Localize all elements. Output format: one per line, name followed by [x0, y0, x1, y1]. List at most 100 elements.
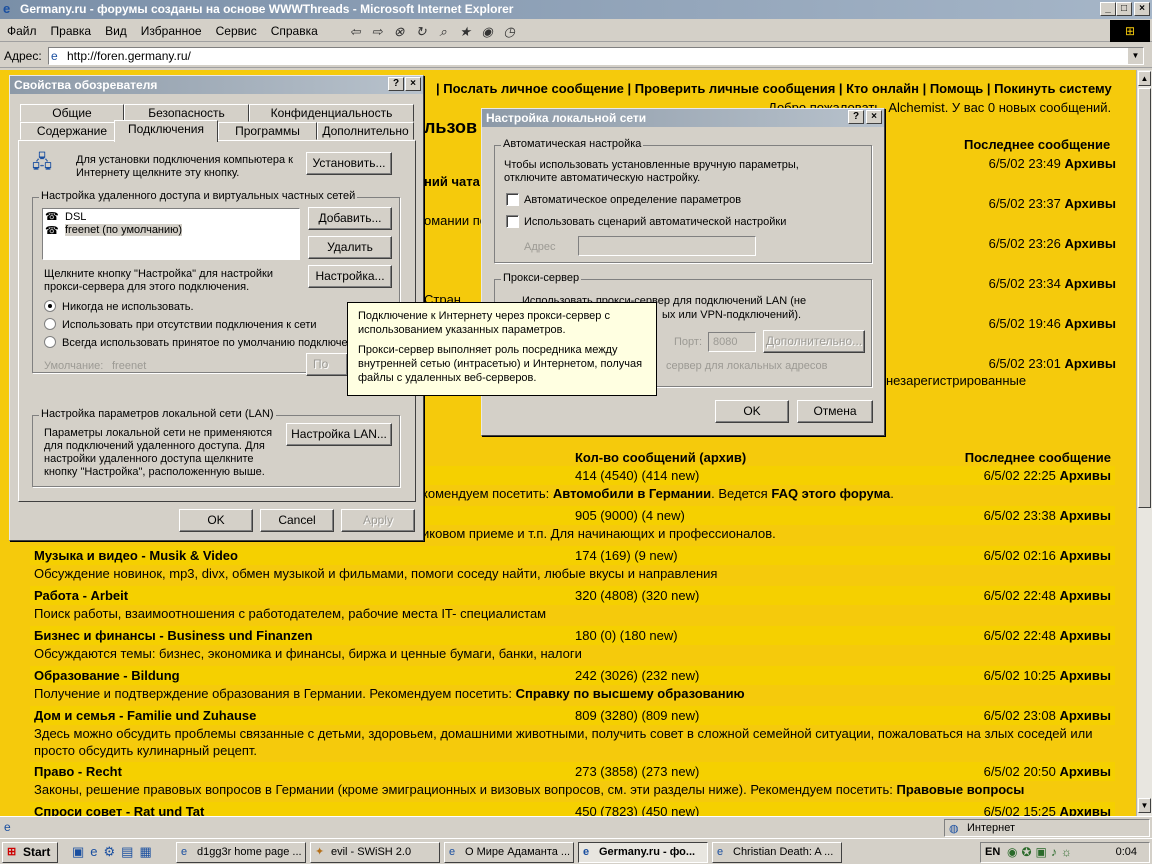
- archive-link[interactable]: Архивы: [1065, 356, 1116, 371]
- desc-link[interactable]: Правовые вопросы: [897, 782, 1025, 797]
- task-adamant[interactable]: eО Мире Адаманта ...: [444, 842, 574, 863]
- forum-row: Работа - Arbeit 320 (4808) (320 new) 6/5…: [30, 586, 1115, 606]
- menu-view[interactable]: Вид: [98, 20, 134, 42]
- archive-link[interactable]: Архивы: [1065, 276, 1116, 291]
- address-input[interactable]: e http://foren.germany.ru/ ▼: [48, 47, 1144, 65]
- tab-programs[interactable]: Программы: [218, 122, 317, 140]
- connections-list[interactable]: ☎ DSL ☎ freenet (по умолчанию): [42, 208, 300, 260]
- dialog-close-button[interactable]: ×: [866, 110, 882, 124]
- minimize-button[interactable]: _: [1100, 2, 1116, 16]
- menu-help[interactable]: Справка: [264, 20, 325, 42]
- scroll-down-icon[interactable]: ▼: [1138, 798, 1151, 813]
- radio-absent[interactable]: [44, 318, 56, 330]
- desc-link[interactable]: Автомобили в Германии: [553, 486, 711, 501]
- maximize-button[interactable]: □: [1116, 2, 1132, 16]
- tab-general[interactable]: Общие: [20, 104, 124, 122]
- address-dropdown-icon[interactable]: ▼: [1128, 48, 1143, 64]
- radio-always[interactable]: [44, 336, 56, 348]
- forum-title[interactable]: Дом и семья - Familie und Zuhause: [34, 706, 256, 726]
- menu-edit[interactable]: Правка: [44, 20, 99, 42]
- archive-link[interactable]: Архивы: [1060, 548, 1111, 563]
- menu-favorites[interactable]: Избранное: [134, 20, 209, 42]
- default-value: freenet: [112, 360, 147, 372]
- archive-link[interactable]: Архивы: [1065, 196, 1116, 211]
- close-button[interactable]: ×: [1134, 2, 1150, 16]
- connection-icon: ☎: [45, 211, 59, 223]
- start-button[interactable]: ⊞ Start: [2, 842, 58, 863]
- port-input[interactable]: 8080: [708, 332, 756, 352]
- lan-cancel-button[interactable]: Отмена: [797, 400, 873, 423]
- tab-connections[interactable]: Подключения: [114, 120, 218, 142]
- archive-link[interactable]: Архивы: [1065, 236, 1116, 251]
- forum-title[interactable]: Образование - Bildung: [34, 666, 180, 686]
- search-icon[interactable]: ⌕: [434, 23, 452, 41]
- settings-button[interactable]: Настройка...: [308, 265, 392, 288]
- archive-link[interactable]: Архивы: [1060, 764, 1111, 779]
- address-url: http://foren.germany.ru/: [67, 49, 191, 63]
- help-button[interactable]: ?: [848, 110, 864, 124]
- forum-title[interactable]: Право - Recht: [34, 762, 122, 782]
- archive-link[interactable]: Архивы: [1060, 708, 1111, 723]
- back-icon[interactable]: ⇦: [346, 23, 364, 41]
- task-d1gg3r[interactable]: e d1gg3r home page ...: [176, 842, 306, 863]
- ie-icon: e: [717, 846, 724, 858]
- archive-link[interactable]: Архивы: [1065, 316, 1116, 331]
- forum-title[interactable]: Бизнес и финансы - Business und Finanzen: [34, 626, 313, 646]
- auto-script-checkbox[interactable]: [506, 215, 519, 228]
- radio-never[interactable]: [44, 300, 56, 312]
- stop-icon[interactable]: ⊗: [390, 23, 408, 41]
- task-christian-death[interactable]: e Christian Death: A ...: [712, 842, 842, 863]
- forum-row: Образование - Bildung 242 (3026) (232 ne…: [30, 666, 1115, 686]
- tray-icons[interactable]: ◉✪▣♪☼: [1007, 845, 1076, 859]
- dialog-close-button[interactable]: ×: [405, 77, 421, 91]
- help-button[interactable]: ?: [388, 77, 404, 91]
- forum-row: Музыка и видео - Musik & Video 174 (169)…: [30, 546, 1115, 566]
- forward-icon[interactable]: ⇨: [368, 23, 386, 41]
- task-swish[interactable]: ✦ evil - SWiSH 2.0: [310, 842, 440, 863]
- list-item[interactable]: ☎ freenet (по умолчанию): [43, 223, 299, 237]
- ok-button[interactable]: OK: [179, 509, 253, 532]
- refresh-icon[interactable]: ↻: [412, 23, 430, 41]
- archive-link[interactable]: Архивы: [1065, 156, 1116, 171]
- top-navigation[interactable]: | Послать личное сообщение | Проверить л…: [436, 81, 1112, 96]
- archive-link[interactable]: Архивы: [1060, 668, 1111, 683]
- lan-settings-button[interactable]: Настройка LAN...: [286, 423, 392, 446]
- task-germany[interactable]: e Germany.ru - фо...: [578, 842, 708, 863]
- tab-content[interactable]: Содержание: [20, 122, 124, 140]
- forum-title[interactable]: Спроси совет - Rat und Tat: [34, 802, 204, 816]
- scroll-up-icon[interactable]: ▲: [1138, 71, 1151, 86]
- media-icon[interactable]: ◉: [478, 23, 496, 41]
- vertical-scrollbar[interactable]: ▲ ▼: [1136, 70, 1152, 816]
- favorites-icon[interactable]: ★: [456, 23, 474, 41]
- menu-file[interactable]: Файл: [0, 20, 44, 42]
- archive-link[interactable]: Архивы: [1060, 588, 1111, 603]
- default-button[interactable]: По умо: [306, 353, 348, 376]
- remove-button[interactable]: Удалить: [308, 236, 392, 259]
- tab-privacy[interactable]: Конфиденциальность: [249, 104, 414, 122]
- history-icon[interactable]: ◷: [500, 23, 518, 41]
- desc-link[interactable]: Справку по высшему образованию: [516, 686, 745, 701]
- forum-title[interactable]: Музыка и видео - Musik & Video: [34, 546, 238, 566]
- cancel-button[interactable]: Cancel: [260, 509, 334, 532]
- archive-link[interactable]: Архивы: [1060, 628, 1111, 643]
- add-button[interactable]: Добавить...: [308, 207, 392, 230]
- faq-link[interactable]: FAQ этого форума: [771, 486, 890, 501]
- advanced-button[interactable]: Дополнительно...: [763, 330, 865, 353]
- setup-button[interactable]: Установить...: [306, 152, 392, 175]
- menu-tools[interactable]: Сервис: [209, 20, 264, 42]
- forum-desc: комендуем посетить: Автомобили в Германи…: [420, 485, 1115, 502]
- list-item[interactable]: ☎ DSL: [43, 209, 299, 223]
- quicklaunch-icons[interactable]: ▣e⚙▤▦: [72, 844, 158, 860]
- apply-button[interactable]: Apply: [341, 509, 415, 532]
- lan-ok-button[interactable]: OK: [715, 400, 789, 423]
- scroll-thumb[interactable]: [1138, 88, 1151, 508]
- archive-link[interactable]: Архивы: [1060, 508, 1111, 523]
- forum-title[interactable]: Работа - Arbeit: [34, 586, 128, 606]
- tab-advanced[interactable]: Дополнительно: [317, 122, 414, 140]
- script-address-input[interactable]: [578, 236, 756, 256]
- language-indicator[interactable]: EN: [985, 846, 1000, 858]
- auto-detect-checkbox[interactable]: [506, 193, 519, 206]
- forum-row: Бизнес и финансы - Business und Finanzen…: [30, 626, 1115, 646]
- archive-link[interactable]: Архивы: [1060, 468, 1111, 483]
- archive-link[interactable]: Архивы: [1060, 804, 1111, 816]
